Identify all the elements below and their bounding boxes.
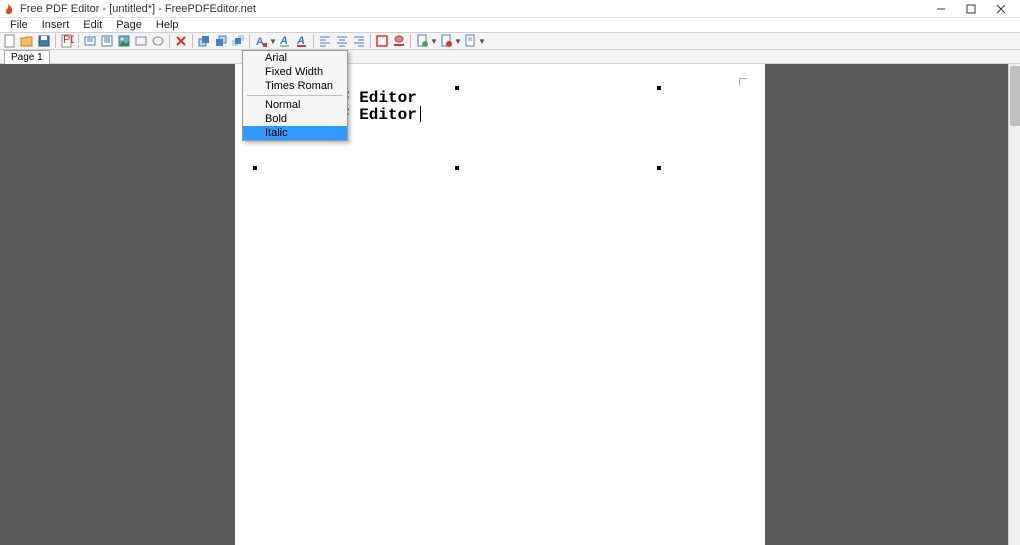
- create-pdf-button[interactable]: PDF: [59, 33, 75, 49]
- font-option-times-roman[interactable]: Times Roman: [243, 79, 347, 93]
- document-text-line1[interactable]: F Editor: [340, 89, 417, 107]
- font-option-fixed-width[interactable]: Fixed Width: [243, 65, 347, 79]
- separator: [192, 34, 193, 48]
- selection-handle[interactable]: [455, 166, 459, 170]
- svg-text:PDF: PDF: [63, 34, 74, 46]
- open-button[interactable]: [19, 33, 35, 49]
- separator: [55, 34, 56, 48]
- font-dropdown-icon[interactable]: ▼: [270, 37, 276, 46]
- style-option-normal[interactable]: Normal: [243, 98, 347, 112]
- font-option-arial[interactable]: Arial: [243, 51, 347, 65]
- maximize-button[interactable]: [956, 0, 986, 18]
- page-setup-button[interactable]: [414, 33, 430, 49]
- menu-insert[interactable]: Insert: [36, 18, 76, 32]
- font-button[interactable]: A: [253, 33, 269, 49]
- border-color-button[interactable]: [374, 33, 390, 49]
- workspace: F Editor F Editor: [0, 64, 1020, 545]
- text-cursor: [420, 106, 421, 122]
- menu-help[interactable]: Help: [150, 18, 185, 32]
- save-button[interactable]: [36, 33, 52, 49]
- options-button[interactable]: [462, 33, 478, 49]
- underline-button[interactable]: A: [277, 33, 293, 49]
- app-icon: [4, 3, 16, 15]
- menu-edit[interactable]: Edit: [77, 18, 108, 32]
- separator: [410, 34, 411, 48]
- separator: [370, 34, 371, 48]
- page-remove-button[interactable]: [438, 33, 454, 49]
- vertical-scrollbar[interactable]: [1008, 64, 1020, 545]
- insert-text-multiline-button[interactable]: [99, 33, 115, 49]
- selection-handle[interactable]: [657, 166, 661, 170]
- bring-forward-button[interactable]: [196, 33, 212, 49]
- svg-text:A: A: [279, 35, 288, 47]
- style-option-bold[interactable]: Bold: [243, 112, 347, 126]
- window-title: Free PDF Editor - [untitled*] - FreePDFE…: [20, 3, 926, 15]
- selection-handle[interactable]: [455, 86, 459, 90]
- menu-file[interactable]: File: [4, 18, 34, 32]
- svg-text:A: A: [256, 36, 264, 48]
- close-button[interactable]: [986, 0, 1016, 18]
- font-dropdown: Arial Fixed Width Times Roman Normal Bol…: [242, 50, 348, 141]
- align-center-button[interactable]: [334, 33, 350, 49]
- document-text-line2[interactable]: F Editor: [340, 106, 417, 124]
- new-button[interactable]: [2, 33, 18, 49]
- insert-image-button[interactable]: [116, 33, 132, 49]
- menu-page[interactable]: Page: [110, 18, 148, 32]
- separator: [249, 34, 250, 48]
- separator: [313, 34, 314, 48]
- align-right-button[interactable]: [351, 33, 367, 49]
- corner-marker: [739, 78, 747, 86]
- delete-button[interactable]: [173, 33, 189, 49]
- minimize-button[interactable]: [926, 0, 956, 18]
- separator: [78, 34, 79, 48]
- options-dropdown-icon[interactable]: ▼: [479, 37, 485, 46]
- menubar: File Insert Edit Page Help: [0, 18, 1020, 32]
- send-backward-button[interactable]: [213, 33, 229, 49]
- scrollbar-thumb[interactable]: [1010, 66, 1020, 126]
- pagebar: Page 1: [0, 50, 1020, 64]
- selection-handle[interactable]: [253, 166, 257, 170]
- separator: [169, 34, 170, 48]
- insert-ellipse-button[interactable]: [150, 33, 166, 49]
- selection-handle[interactable]: [657, 86, 661, 90]
- style-option-italic[interactable]: Italic: [243, 126, 347, 140]
- font-color-button[interactable]: A: [294, 33, 310, 49]
- page-remove-dropdown-icon[interactable]: ▼: [455, 37, 461, 46]
- fill-color-button[interactable]: [391, 33, 407, 49]
- insert-rectangle-button[interactable]: [133, 33, 149, 49]
- page-setup-dropdown-icon[interactable]: ▼: [431, 37, 437, 46]
- dropdown-separator: [247, 95, 343, 96]
- align-left-button[interactable]: [317, 33, 333, 49]
- page-tab[interactable]: Page 1: [4, 50, 50, 64]
- titlebar: Free PDF Editor - [untitled*] - FreePDFE…: [0, 0, 1020, 18]
- toolbar: PDF A ▼ A A ▼ ▼ ▼: [0, 32, 1020, 50]
- insert-text-button[interactable]: [82, 33, 98, 49]
- bring-front-button[interactable]: [230, 33, 246, 49]
